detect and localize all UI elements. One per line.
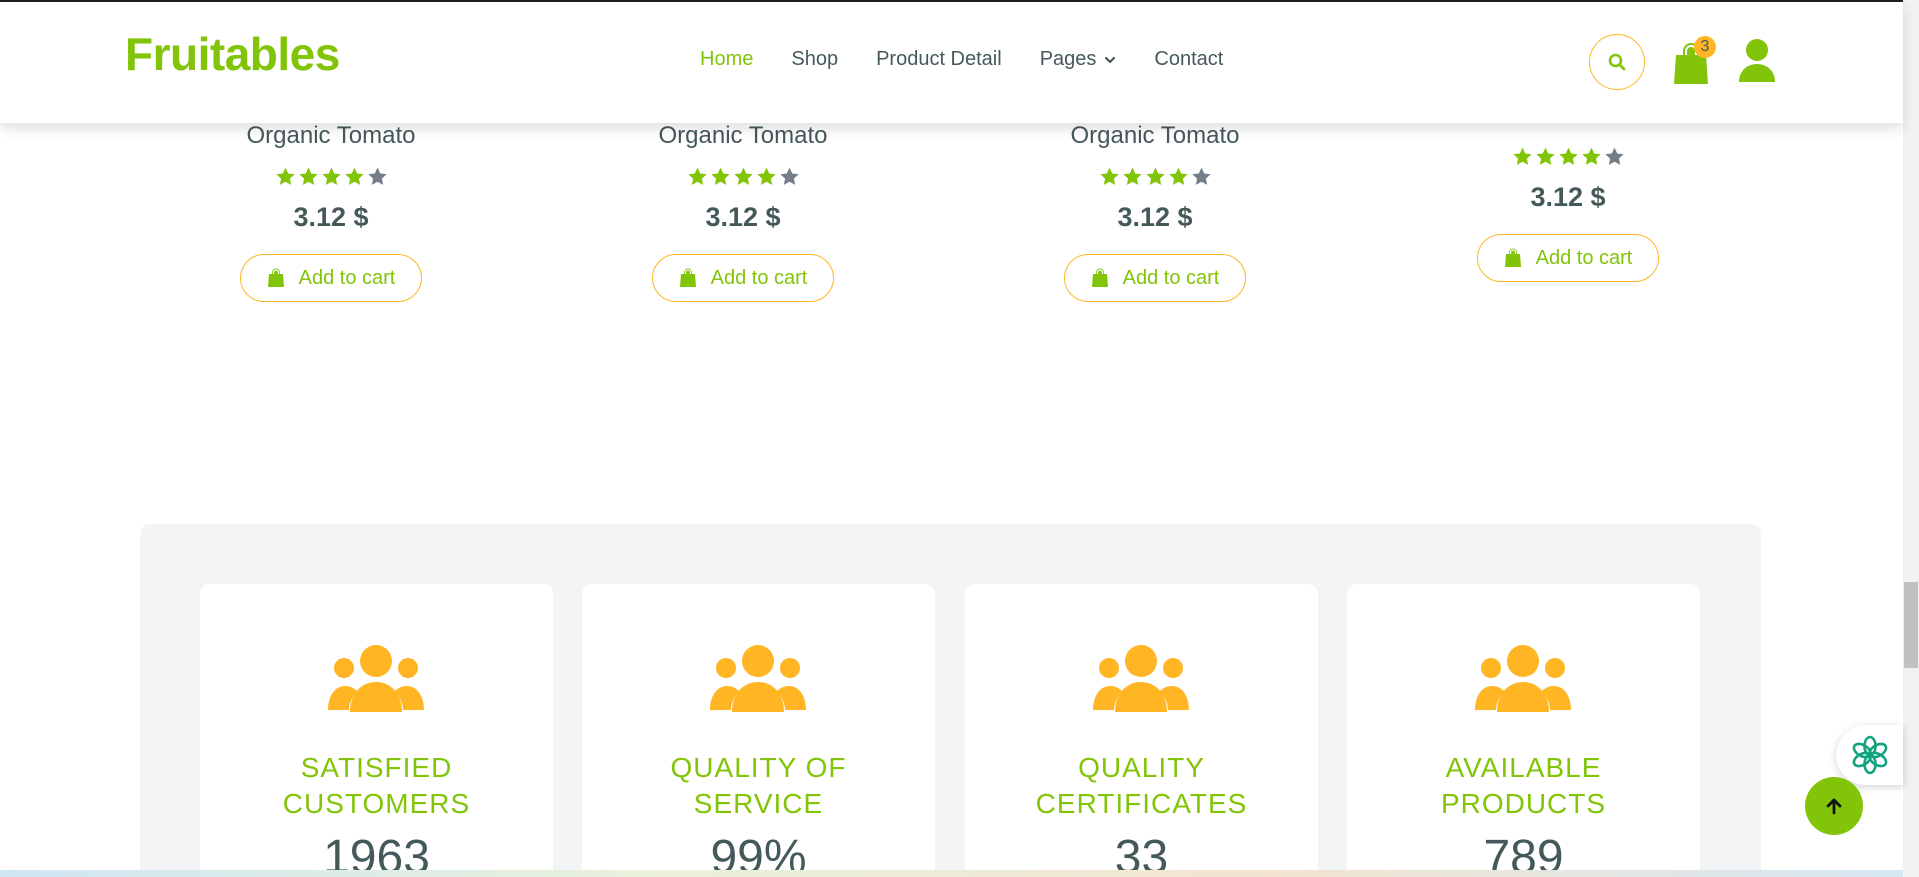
nav-item-contact[interactable]: Contact xyxy=(1154,48,1223,71)
star-filled-icon xyxy=(344,167,364,185)
stat-title: AVAILABLE PRODUCTS xyxy=(1440,752,1607,819)
users-icon xyxy=(1475,645,1571,712)
nav-item-product-detail[interactable]: Product Detail xyxy=(876,48,1002,71)
star-filled-icon xyxy=(1512,147,1532,165)
page-scrollbar[interactable] xyxy=(1903,0,1919,877)
star-empty-icon xyxy=(1191,167,1211,185)
star-filled-icon xyxy=(710,167,730,185)
add-to-cart-button[interactable]: Add to cart xyxy=(240,254,422,302)
star-filled-icon xyxy=(298,167,318,185)
main-nav: Home Shop Product Detail Pages Contact xyxy=(700,48,1223,71)
stat-card: AVAILABLE PRODUCTS 789 xyxy=(1347,584,1700,877)
users-icon xyxy=(710,645,806,712)
star-filled-icon xyxy=(1099,167,1119,185)
user-icon xyxy=(1739,39,1775,82)
star-filled-icon xyxy=(1535,147,1555,165)
product-price: 3.12 $ xyxy=(705,202,781,232)
product-name[interactable]: Organic Tomato xyxy=(201,122,461,152)
user-account-button[interactable] xyxy=(1738,38,1776,82)
search-button[interactable] xyxy=(1589,34,1645,90)
product-card: Organic Tomato 3.12 $ Add to cart xyxy=(1025,122,1285,302)
add-to-cart-button[interactable]: Add to cart xyxy=(652,254,834,302)
shopping-bag-icon xyxy=(1091,268,1108,287)
back-to-top-button[interactable] xyxy=(1805,777,1863,835)
nav-item-home[interactable]: Home xyxy=(700,48,753,71)
users-icon xyxy=(328,645,424,712)
cart-count-badge: 3 xyxy=(1694,36,1716,58)
stats-section: SATISFIED CUSTOMERS 1963 QUALITY OF SERV… xyxy=(140,524,1761,877)
add-to-cart-label: Add to cart xyxy=(298,266,396,289)
product-card: Organic Tomato 3.12 $ Add to cart xyxy=(613,122,873,302)
bottom-strip xyxy=(0,870,1903,877)
search-icon xyxy=(1608,53,1626,71)
star-filled-icon xyxy=(733,167,753,185)
star-filled-icon xyxy=(756,167,776,185)
product-card: 3.12 $ Add to cart xyxy=(1438,102,1698,282)
star-filled-icon xyxy=(1145,167,1165,185)
product-card: Organic Tomato 3.12 $ Add to cart xyxy=(201,122,461,302)
cart-button[interactable]: 3 xyxy=(1672,36,1716,84)
add-to-cart-button[interactable]: Add to cart xyxy=(1477,234,1659,282)
rating-stars xyxy=(1025,166,1285,190)
users-icon xyxy=(1093,645,1189,712)
rating-stars xyxy=(613,166,873,190)
star-filled-icon xyxy=(275,167,295,185)
shopping-bag-icon xyxy=(1504,248,1521,267)
product-price: 3.12 $ xyxy=(1117,202,1193,232)
nav-item-shop[interactable]: Shop xyxy=(791,48,838,71)
rating-stars xyxy=(1438,146,1698,170)
add-to-cart-label: Add to cart xyxy=(710,266,808,289)
rating-stars xyxy=(201,166,461,190)
star-filled-icon xyxy=(1122,167,1142,185)
product-price: 3.12 $ xyxy=(293,202,369,232)
stat-title: QUALITY OF SERVICE xyxy=(670,752,847,819)
add-to-cart-label: Add to cart xyxy=(1535,246,1633,269)
star-filled-icon xyxy=(1581,147,1601,165)
add-to-cart-button[interactable]: Add to cart xyxy=(1064,254,1246,302)
star-filled-icon xyxy=(687,167,707,185)
star-empty-icon xyxy=(1604,147,1624,165)
shopping-bag-icon xyxy=(679,268,696,287)
assistant-flower-icon xyxy=(1852,735,1887,775)
site-header: Fruitables Home Shop Product Detail Page… xyxy=(0,2,1903,123)
stat-card: SATISFIED CUSTOMERS 1963 xyxy=(200,584,553,877)
stat-title: SATISFIED CUSTOMERS xyxy=(282,752,471,819)
nav-item-pages[interactable]: Pages xyxy=(1040,48,1117,71)
stat-card: QUALITY CERTIFICATES 33 xyxy=(965,584,1318,877)
product-name[interactable]: Organic Tomato xyxy=(1025,122,1285,152)
star-empty-icon xyxy=(367,167,387,185)
product-price: 3.12 $ xyxy=(1530,182,1606,212)
scrollbar-thumb[interactable] xyxy=(1904,582,1918,668)
star-empty-icon xyxy=(779,167,799,185)
shopping-bag-icon xyxy=(267,268,284,287)
site-logo[interactable]: Fruitables xyxy=(125,27,340,81)
stat-title: QUALITY CERTIFICATES xyxy=(1035,752,1248,819)
stat-card: QUALITY OF SERVICE 99% xyxy=(582,584,935,877)
chevron-down-icon xyxy=(1105,56,1116,63)
nav-item-pages-label: Pages xyxy=(1039,48,1097,70)
arrow-up-icon xyxy=(1826,798,1842,815)
star-filled-icon xyxy=(1558,147,1578,165)
assistant-button[interactable] xyxy=(1836,725,1903,785)
star-filled-icon xyxy=(1168,167,1188,185)
product-name[interactable]: Organic Tomato xyxy=(613,122,873,152)
star-filled-icon xyxy=(321,167,341,185)
add-to-cart-label: Add to cart xyxy=(1122,266,1220,289)
